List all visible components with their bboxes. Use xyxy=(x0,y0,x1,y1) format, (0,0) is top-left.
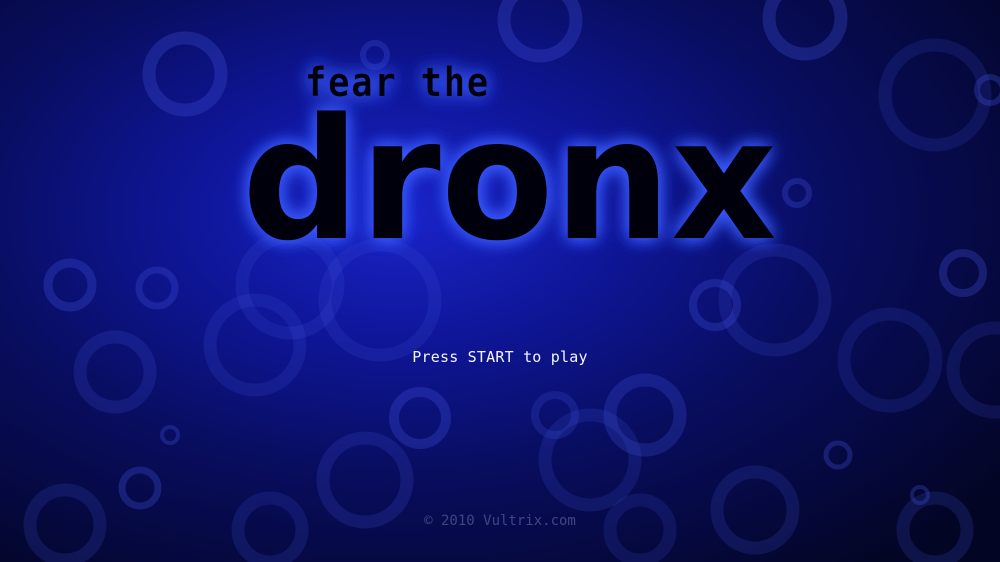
bubble xyxy=(710,465,800,555)
bubble xyxy=(389,387,451,449)
bubble xyxy=(316,431,414,529)
bubble xyxy=(118,466,162,510)
bubble xyxy=(160,425,180,445)
game-logo: fear the dronx xyxy=(242,60,777,278)
logo-title: dronx xyxy=(242,82,777,278)
bubble xyxy=(538,408,642,512)
bubble xyxy=(896,491,974,562)
bubble xyxy=(603,493,677,562)
bubble xyxy=(603,373,687,457)
bubble xyxy=(823,440,853,470)
bubble xyxy=(946,321,1000,419)
copyright-notice: © 2010 Vultrix.com xyxy=(424,513,576,529)
press-start-prompt[interactable]: Press START to play xyxy=(0,348,1000,366)
bubble xyxy=(231,491,309,562)
